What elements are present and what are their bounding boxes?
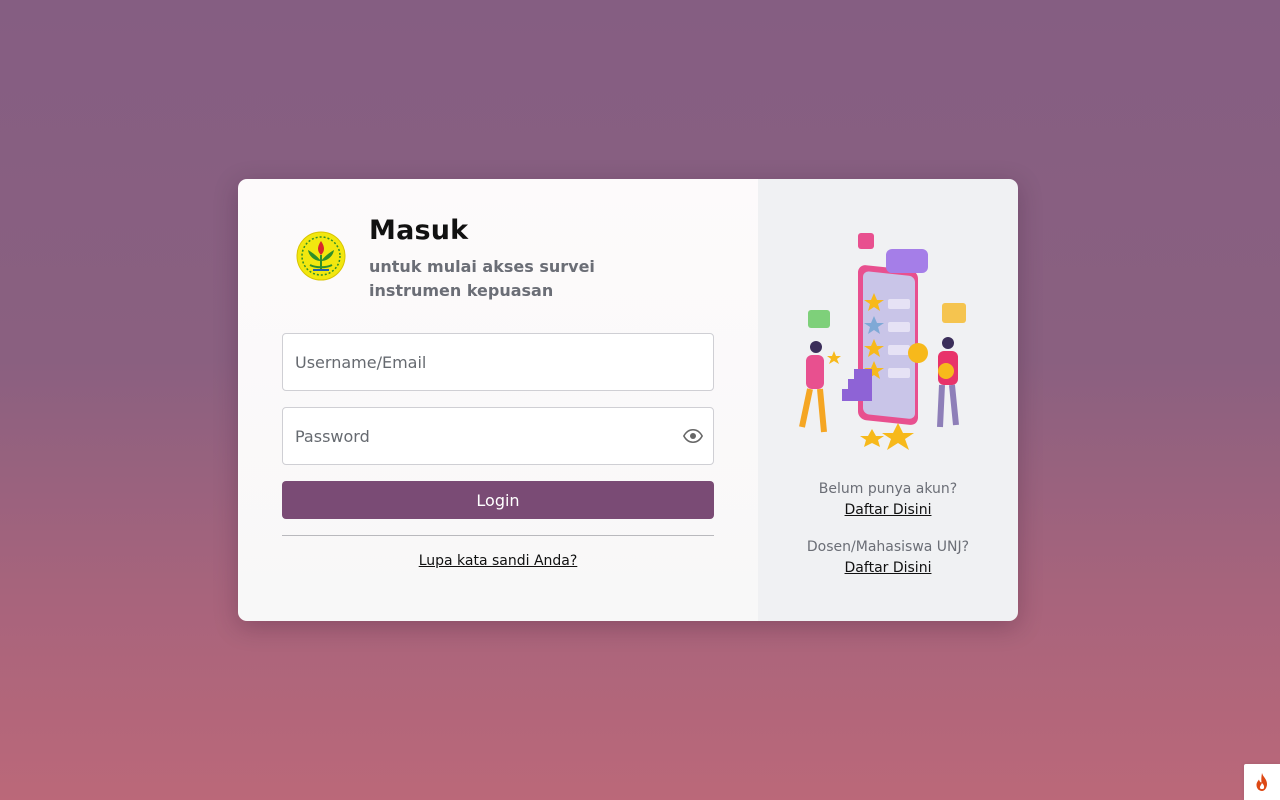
unj-text: Dosen/Mahasiswa UNJ? <box>806 539 970 555</box>
login-form-panel: Masuk untuk mulai akses survei instrumen… <box>238 179 758 621</box>
login-button[interactable]: Login <box>282 481 714 519</box>
eye-icon[interactable] <box>683 428 703 444</box>
unj-register-link[interactable]: Daftar Disini <box>758 560 1018 576</box>
username-field[interactable] <box>282 333 714 391</box>
login-header: Masuk untuk mulai akses survei instrumen… <box>282 215 714 303</box>
survey-rating-illustration <box>799 233 966 450</box>
username-input[interactable] <box>283 334 667 390</box>
divider <box>282 535 714 536</box>
flame-icon <box>1256 773 1267 791</box>
page-title: Masuk <box>369 215 469 246</box>
register-link[interactable]: Daftar Disini <box>758 502 1018 518</box>
password-input[interactable] <box>283 408 667 464</box>
login-card: Masuk untuk mulai akses survei instrumen… <box>238 179 1018 621</box>
page-subtitle: untuk mulai akses survei instrumen kepua… <box>369 257 595 300</box>
debug-toolbar-button[interactable] <box>1244 764 1280 800</box>
university-logo <box>296 231 346 281</box>
forgot-password-link[interactable]: Lupa kata sandi Anda? <box>282 553 714 569</box>
password-field[interactable] <box>282 407 714 465</box>
register-panel: Belum punya akun? Daftar Disini Dosen/Ma… <box>758 179 1018 621</box>
no-account-text: Belum punya akun? <box>818 481 958 497</box>
